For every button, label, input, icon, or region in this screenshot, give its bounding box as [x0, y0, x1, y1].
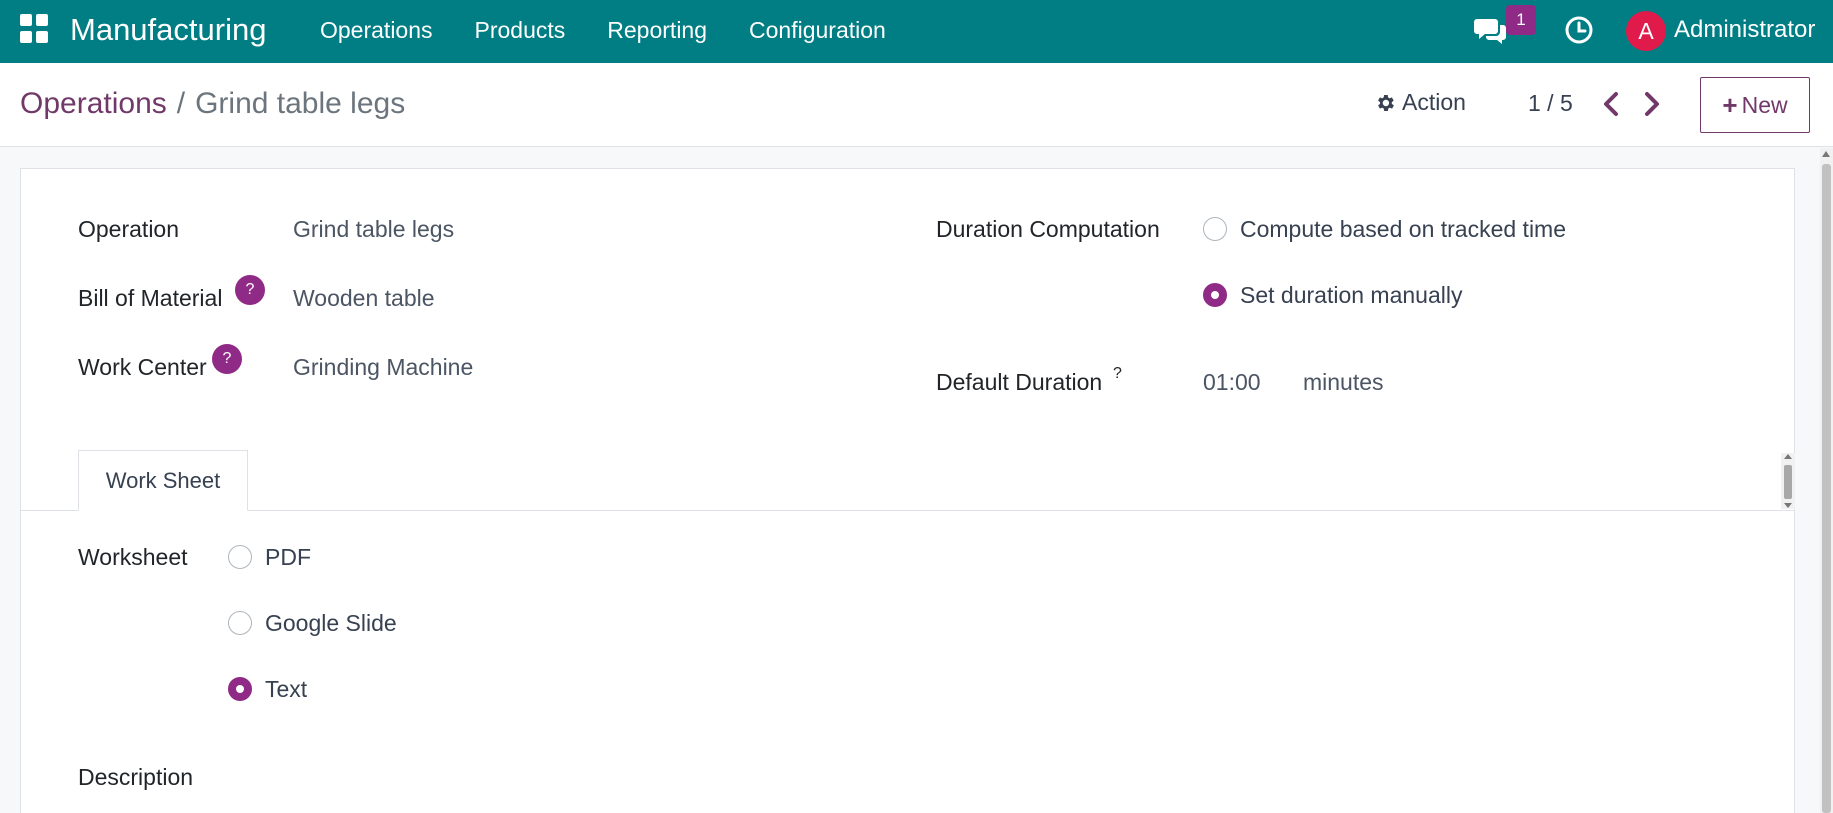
chevron-left-icon[interactable] [1600, 90, 1624, 118]
radio-text[interactable] [228, 677, 252, 701]
description-label: Description [78, 764, 194, 790]
action-button[interactable]: Action [1374, 89, 1466, 116]
menu-configuration[interactable]: Configuration [749, 17, 886, 44]
gear-icon [1378, 94, 1394, 111]
radio-set-manually-label[interactable]: Set duration manually [1240, 282, 1462, 309]
breadcrumb-separator: / [176, 87, 186, 120]
page-scrollbar[interactable] [1820, 148, 1833, 813]
clock-icon[interactable] [1564, 15, 1594, 45]
apps-icon[interactable] [20, 14, 50, 44]
operation-field[interactable]: Grind table legs [293, 216, 454, 243]
tabs-divider [21, 510, 1794, 511]
radio-google-slide-label[interactable]: Google Slide [265, 610, 397, 637]
tab-work-sheet[interactable]: Work Sheet [78, 450, 248, 511]
workcenter-field[interactable]: Grinding Machine [293, 354, 473, 381]
workcenter-label: Work Center [78, 354, 207, 380]
breadcrumb-parent[interactable]: Operations [20, 87, 167, 120]
radio-pdf[interactable] [228, 545, 252, 569]
user-menu[interactable]: Administrator [1674, 16, 1815, 44]
radio-pdf-label[interactable]: PDF [265, 544, 311, 571]
new-button[interactable]: + New [1700, 77, 1810, 133]
menu-operations[interactable]: Operations [320, 17, 433, 44]
new-label: New [1741, 91, 1788, 118]
avatar[interactable]: A [1626, 11, 1666, 51]
operation-label: Operation [78, 216, 180, 242]
radio-set-manually[interactable] [1203, 283, 1227, 307]
action-label: Action [1402, 89, 1466, 115]
tabs-scrollbar[interactable] [1781, 453, 1795, 509]
radio-compute-tracked-label[interactable]: Compute based on tracked time [1240, 216, 1566, 243]
radio-compute-tracked[interactable] [1203, 217, 1227, 241]
worksheet-label: Worksheet [78, 544, 188, 570]
plus-icon: + [1722, 89, 1738, 120]
chat-icon[interactable] [1474, 16, 1508, 46]
breadcrumb-current: Grind table legs [195, 87, 406, 120]
bom-help-icon[interactable]: ? [235, 275, 265, 305]
chevron-right-icon[interactable] [1639, 90, 1663, 118]
breadcrumb: Operations / Grind table legs [20, 87, 405, 121]
radio-text-label[interactable]: Text [265, 676, 307, 703]
main-menu: Operations Products Reporting Configurat… [320, 17, 928, 44]
radio-google-slide[interactable] [228, 611, 252, 635]
default-duration-unit: minutes [1303, 369, 1384, 395]
form-sheet: Operation Grind table legs Bill of Mater… [20, 168, 1795, 813]
bom-field[interactable]: Wooden table [293, 285, 435, 312]
control-panel: Operations / Grind table legs Action 1 / 5… [0, 63, 1833, 147]
default-duration-field[interactable]: 01:00 [1203, 369, 1261, 396]
top-navbar: Manufacturing Operations Products Report… [0, 0, 1833, 63]
bom-label: Bill of Material [78, 285, 223, 311]
menu-products[interactable]: Products [475, 17, 566, 44]
workcenter-help-icon[interactable]: ? [212, 344, 242, 374]
menu-reporting[interactable]: Reporting [607, 17, 707, 44]
default-duration-help-icon[interactable]: ? [1113, 365, 1122, 383]
default-duration-label: Default Duration [936, 369, 1103, 395]
duration-computation-label: Duration Computation [936, 216, 1160, 242]
pager-value[interactable]: 1 / 5 [1528, 90, 1573, 117]
app-brand[interactable]: Manufacturing [70, 12, 266, 48]
messages-badge: 1 [1506, 5, 1536, 35]
